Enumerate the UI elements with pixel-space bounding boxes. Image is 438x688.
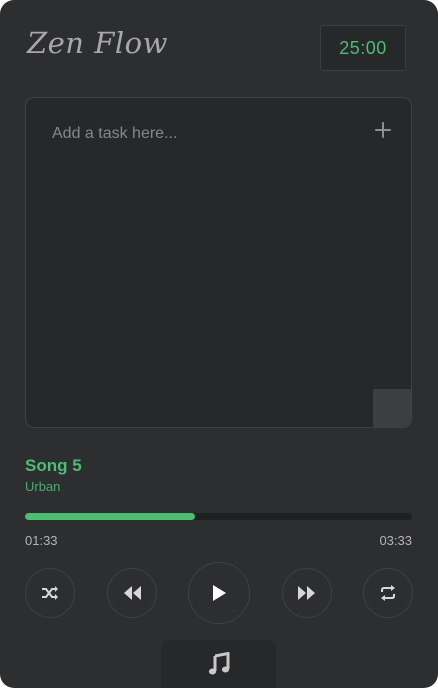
music-note-icon bbox=[208, 652, 229, 675]
play-button[interactable] bbox=[188, 562, 250, 624]
song-artist: Urban bbox=[25, 479, 61, 494]
fast-forward-icon bbox=[298, 586, 315, 600]
total-time: 03:33 bbox=[379, 533, 412, 548]
app-window: Zen Flow 25:00 Song 5 Urban 01:33 03:33 bbox=[0, 0, 438, 688]
add-task-button[interactable] bbox=[373, 119, 393, 141]
app-logo: Zen Flow bbox=[27, 26, 168, 60]
repeat-icon bbox=[381, 585, 395, 601]
music-tab[interactable] bbox=[161, 640, 276, 688]
progress-bar[interactable] bbox=[25, 513, 412, 520]
play-icon bbox=[213, 585, 226, 601]
resize-handle[interactable] bbox=[373, 389, 411, 427]
shuffle-icon bbox=[42, 586, 58, 600]
song-title: Song 5 bbox=[25, 456, 82, 475]
progress-fill bbox=[25, 513, 196, 520]
task-panel bbox=[25, 97, 412, 428]
current-time: 01:33 bbox=[25, 533, 58, 548]
task-input[interactable] bbox=[52, 122, 352, 146]
fast-forward-button[interactable] bbox=[282, 568, 332, 618]
rewind-button[interactable] bbox=[107, 568, 157, 618]
repeat-button[interactable] bbox=[363, 568, 413, 618]
shuffle-button[interactable] bbox=[25, 568, 75, 618]
pomodoro-timer[interactable]: 25:00 bbox=[320, 25, 406, 71]
rewind-icon bbox=[124, 586, 141, 600]
plus-icon bbox=[375, 122, 391, 138]
